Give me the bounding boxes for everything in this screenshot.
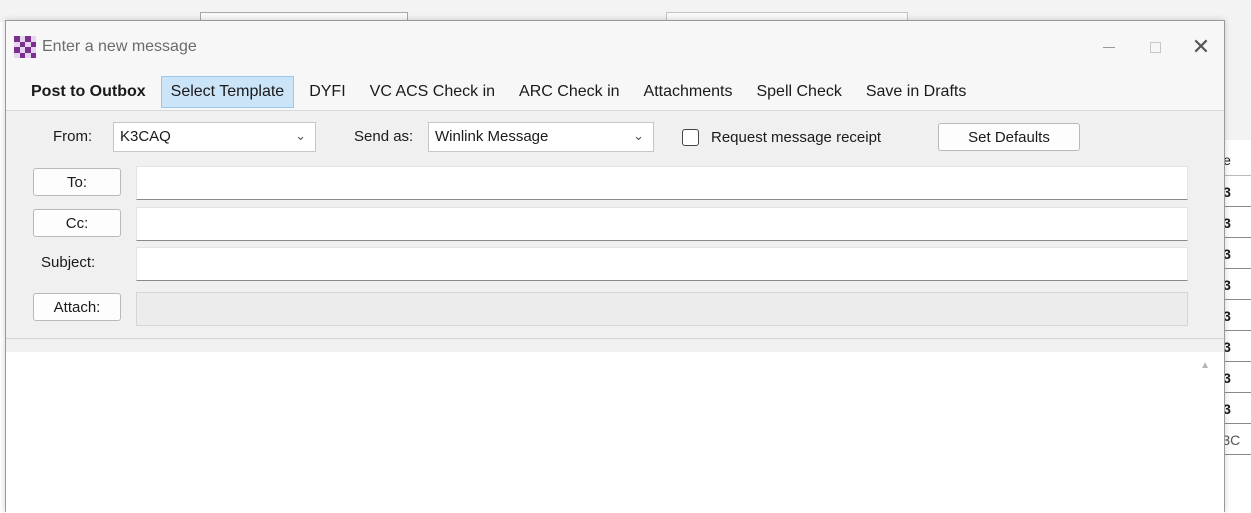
menu-bar: Post to Outbox Select Template DYFI VC A… bbox=[6, 73, 1224, 111]
menu-vc-acs-check-in[interactable]: VC ACS Check in bbox=[361, 77, 504, 107]
minimize-button[interactable] bbox=[1086, 21, 1132, 73]
minimize-icon bbox=[1103, 46, 1115, 48]
background-window-strip bbox=[0, 0, 1251, 22]
chevron-down-icon: ⌄ bbox=[633, 128, 644, 143]
attachments-field bbox=[136, 292, 1188, 326]
winlink-checker-icon bbox=[14, 36, 36, 58]
menu-attachments[interactable]: Attachments bbox=[635, 77, 742, 107]
subject-label: Subject: bbox=[41, 254, 96, 271]
menu-dyfi[interactable]: DYFI bbox=[300, 77, 354, 107]
menu-select-template[interactable]: Select Template bbox=[160, 75, 295, 108]
request-receipt-label: Request message receipt bbox=[711, 129, 882, 146]
from-label: From: bbox=[53, 128, 93, 145]
request-receipt-checkbox[interactable] bbox=[682, 129, 699, 146]
message-body-editor[interactable]: ▲ bbox=[6, 352, 1224, 513]
close-icon: ✕ bbox=[1191, 34, 1211, 59]
close-button[interactable]: ✕ bbox=[1178, 21, 1224, 73]
to-button[interactable]: To: bbox=[33, 168, 121, 196]
menu-save-in-drafts[interactable]: Save in Drafts bbox=[857, 77, 975, 107]
maximize-icon bbox=[1149, 41, 1161, 53]
request-receipt-option[interactable]: Request message receipt bbox=[682, 129, 881, 146]
scroll-up-arrow-icon[interactable]: ▲ bbox=[1200, 360, 1210, 371]
from-value: K3CAQ bbox=[120, 128, 171, 145]
title-bar[interactable]: Enter a new message ✕ bbox=[6, 21, 1224, 73]
send-as-select[interactable]: Winlink Message ⌄ bbox=[428, 122, 654, 152]
from-select[interactable]: K3CAQ ⌄ bbox=[113, 122, 316, 152]
menu-arc-check-in[interactable]: ARC Check in bbox=[510, 77, 628, 107]
maximize-button[interactable] bbox=[1132, 21, 1178, 73]
window-controls: ✕ bbox=[1086, 21, 1224, 73]
send-as-label: Send as: bbox=[354, 128, 414, 145]
message-header-form: From: K3CAQ ⌄ Send as: Winlink Message ⌄… bbox=[6, 111, 1224, 339]
cc-button[interactable]: Cc: bbox=[33, 209, 121, 237]
to-field[interactable] bbox=[136, 166, 1188, 200]
attach-button[interactable]: Attach: bbox=[33, 293, 121, 321]
send-as-value: Winlink Message bbox=[435, 128, 549, 145]
menu-spell-check[interactable]: Spell Check bbox=[747, 77, 850, 107]
menu-post-to-outbox[interactable]: Post to Outbox bbox=[23, 77, 155, 107]
window-title: Enter a new message bbox=[42, 38, 197, 55]
cc-field[interactable] bbox=[136, 207, 1188, 241]
chevron-down-icon: ⌄ bbox=[295, 128, 306, 143]
new-message-window: Enter a new message ✕ Post to Outbox Sel… bbox=[5, 20, 1225, 513]
subject-field[interactable] bbox=[136, 247, 1188, 281]
set-defaults-button[interactable]: Set Defaults bbox=[938, 123, 1080, 151]
